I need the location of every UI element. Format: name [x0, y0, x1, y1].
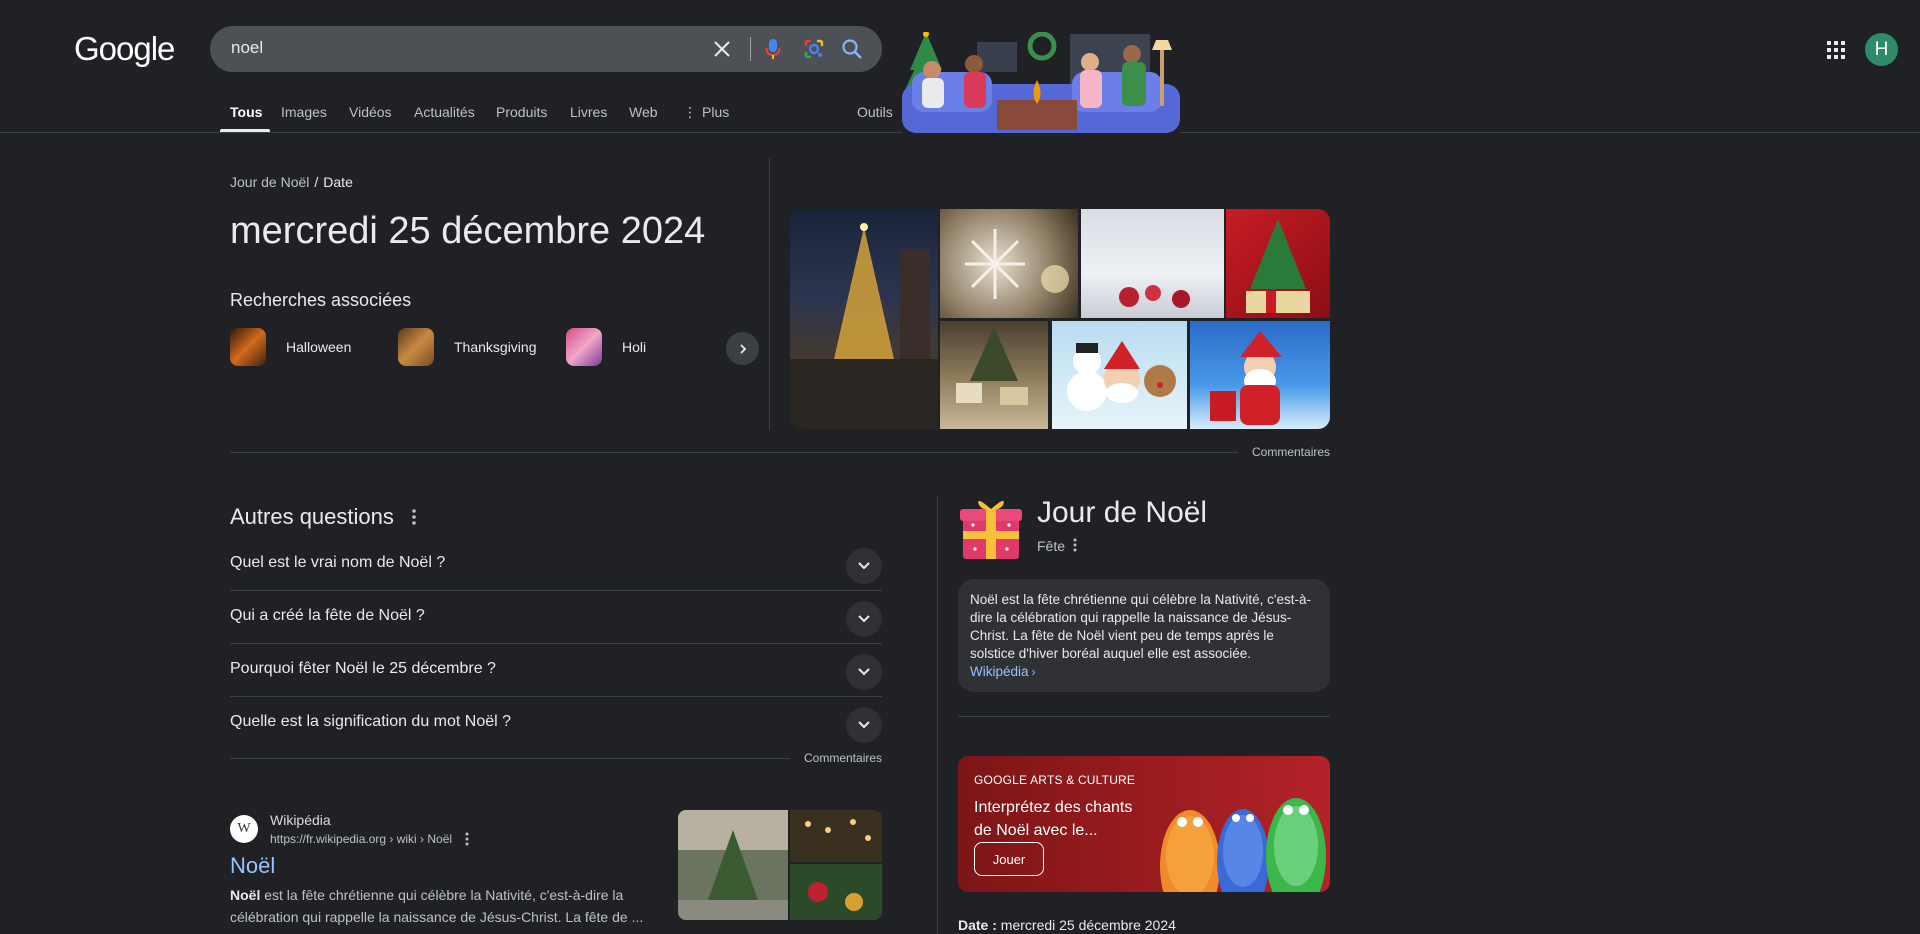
- more-vert-icon[interactable]: [462, 831, 472, 847]
- tab-tous[interactable]: Tous: [230, 104, 262, 120]
- paa-question-text: Qui a créé la fête de Noël ?: [230, 607, 425, 624]
- paa-question[interactable]: Quel est le vrai nom de Noël ?: [230, 538, 882, 591]
- arts-culture-card[interactable]: GOOGLE ARTS & CULTURE Interprétez des ch…: [958, 756, 1330, 892]
- snippet-bold: Noël: [230, 887, 261, 903]
- search-input[interactable]: noel: [231, 38, 263, 58]
- knowledge-panel-description: Noël est la fête chrétienne qui célèbre …: [970, 592, 1312, 661]
- more-vert-icon[interactable]: [408, 508, 420, 526]
- breadcrumb-parent[interactable]: Jour de Noël: [230, 174, 309, 190]
- active-tab-indicator: [220, 129, 270, 132]
- wikipedia-favicon: W: [230, 815, 258, 843]
- related-chip-holi[interactable]: Holi: [566, 328, 646, 366]
- image-snowflake-ornament[interactable]: [940, 209, 1078, 318]
- section-divider: [958, 716, 1330, 717]
- related-chip-halloween[interactable]: Halloween: [230, 328, 351, 366]
- google-apps-icon[interactable]: [1824, 38, 1848, 62]
- paa-question-text: Pourquoi fêter Noël le 25 décembre ?: [230, 660, 496, 677]
- play-button[interactable]: Jouer: [974, 842, 1044, 876]
- tab-videos[interactable]: Vidéos: [349, 104, 392, 120]
- paa-question[interactable]: Pourquoi fêter Noël le 25 décembre ?: [230, 644, 882, 697]
- related-searches-title: Recherches associées: [230, 290, 412, 310]
- feedback-link[interactable]: Commentaires: [1252, 445, 1330, 459]
- image-santa-blue[interactable]: [1190, 321, 1330, 429]
- vertical-divider: [937, 496, 938, 934]
- image-grid: [790, 209, 1330, 429]
- vertical-divider: [769, 158, 770, 430]
- christmas-doodle[interactable]: [902, 31, 1180, 133]
- section-divider: [230, 452, 1238, 453]
- card-title: Interprétez des chants de Noël avec le..…: [974, 799, 1133, 839]
- tab-livres[interactable]: Livres: [570, 104, 607, 120]
- related-thumbnail: [566, 328, 602, 366]
- knowledge-panel-date: Date : mercredi 25 décembre 2024: [958, 917, 1176, 933]
- knowledge-panel-description-box: Noël est la fête chrétienne qui célèbre …: [958, 579, 1330, 692]
- wikipedia-source-link[interactable]: Wikipédia: [970, 664, 1029, 679]
- google-logo[interactable]: Google: [74, 30, 175, 68]
- chevron-right-icon: [739, 343, 746, 354]
- gift-icon: [957, 493, 1025, 561]
- result-title-link[interactable]: Noël: [230, 853, 275, 879]
- header: Google noel H Tous Images Vidéos Actuali…: [0, 0, 1920, 133]
- related-thumbnail: [398, 328, 434, 366]
- paa-question-text: Quelle est la signification du mot Noël …: [230, 713, 512, 730]
- answer-title: mercredi 25 décembre 2024: [230, 210, 706, 252]
- related-thumbnail: [230, 328, 266, 366]
- tab-web[interactable]: Web: [629, 104, 658, 120]
- result-images[interactable]: [678, 810, 882, 920]
- tools-button[interactable]: Outils: [857, 104, 893, 120]
- paa-title: Autres questions: [230, 504, 394, 529]
- image-snowman-santa-reindeer[interactable]: [1052, 321, 1187, 429]
- related-next-button[interactable]: [726, 332, 759, 365]
- search-box[interactable]: noel: [210, 26, 882, 72]
- related-label: Holi: [622, 339, 647, 355]
- account-avatar[interactable]: H: [1865, 33, 1898, 66]
- date-value: mercredi 25 décembre 2024: [1000, 917, 1176, 933]
- knowledge-panel-title: Jour de Noël: [1037, 496, 1208, 529]
- breadcrumb-current: Date: [323, 174, 353, 190]
- more-vert-icon: ⋮: [683, 104, 697, 120]
- search-icon[interactable]: [840, 37, 864, 61]
- knowledge-panel-subtitle: Fête: [1037, 538, 1066, 554]
- feedback-link[interactable]: Commentaires: [804, 751, 882, 765]
- search-divider: [750, 37, 751, 61]
- microphone-icon[interactable]: [761, 37, 785, 61]
- chevron-down-icon[interactable]: [846, 548, 882, 584]
- clear-icon[interactable]: [710, 37, 734, 61]
- tab-produits[interactable]: Produits: [496, 104, 547, 120]
- date-label: Date :: [958, 917, 997, 933]
- image-strasbourg-tree[interactable]: [790, 209, 938, 429]
- image-gifts-esprit-noel[interactable]: [940, 321, 1048, 429]
- paa-question-text: Quel est le vrai nom de Noël ?: [230, 554, 446, 571]
- snippet-text: est la fête chrétienne qui célèbre la Na…: [230, 887, 644, 925]
- card-source-label: GOOGLE ARTS & CULTURE: [974, 773, 1136, 787]
- related-label: Thanksgiving: [454, 339, 537, 355]
- breadcrumb: Jour de Noël / Date: [230, 174, 353, 190]
- more-vert-icon[interactable]: [1070, 537, 1080, 553]
- chevron-down-icon[interactable]: [846, 707, 882, 743]
- tab-plus-label: Plus: [702, 104, 730, 120]
- section-divider: [230, 758, 790, 759]
- related-chip-thanksgiving[interactable]: Thanksgiving: [398, 328, 537, 366]
- result-snippet: Noël est la fête chrétienne qui célèbre …: [230, 884, 650, 928]
- image-red-ornaments-snow[interactable]: [1081, 209, 1224, 318]
- related-label: Halloween: [286, 339, 352, 355]
- image-tree-red-background[interactable]: [1226, 209, 1330, 318]
- chevron-right-icon: ›: [1031, 665, 1036, 679]
- chevron-down-icon[interactable]: [846, 601, 882, 637]
- tab-images[interactable]: Images: [281, 104, 327, 120]
- tab-plus[interactable]: ⋮ Plus: [683, 104, 729, 121]
- paa-question[interactable]: Qui a créé la fête de Noël ?: [230, 591, 882, 644]
- result-url[interactable]: https://fr.wikipedia.org › wiki › Noël: [270, 832, 452, 846]
- chevron-down-icon[interactable]: [846, 654, 882, 690]
- result-site-name[interactable]: Wikipédia: [270, 812, 331, 828]
- google-lens-icon[interactable]: [802, 37, 826, 61]
- tab-actualites[interactable]: Actualités: [414, 104, 475, 120]
- paa-question[interactable]: Quelle est la signification du mot Noël …: [230, 697, 882, 750]
